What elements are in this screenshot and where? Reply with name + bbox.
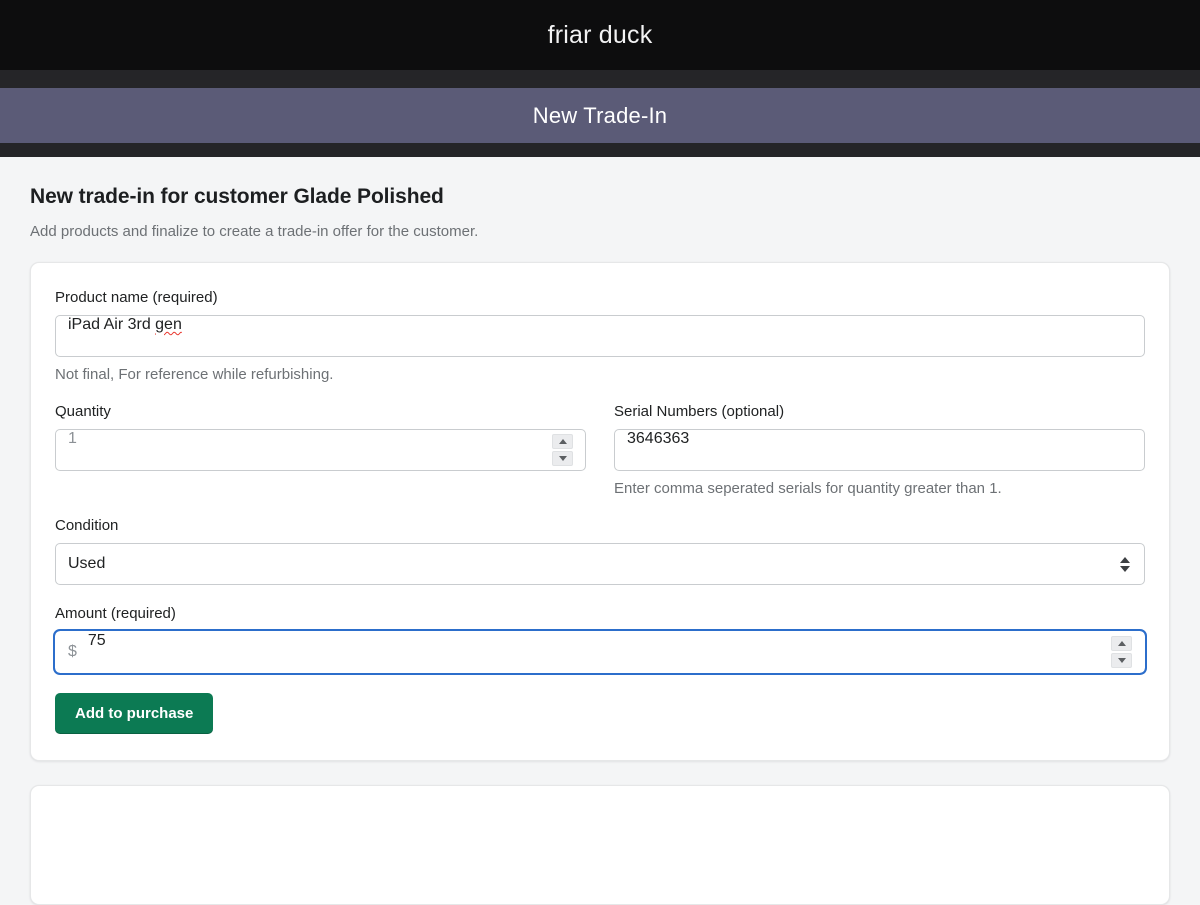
quantity-stepper[interactable] [552,434,573,466]
triangle-up-icon [1117,641,1126,646]
quantity-serials-row: Quantity 1 Serial Numbers (optional) 364… [55,403,1145,497]
chevron-down-icon [1120,565,1130,572]
condition-select[interactable]: Used [55,543,1145,585]
product-name-help-text: Not final, For reference while refurbish… [55,366,334,383]
condition-field-group: Condition Used [55,517,1145,585]
select-updown-chevron-icon [1120,556,1130,572]
triangle-up-icon [558,439,567,444]
quantity-increment-button[interactable] [552,434,573,449]
add-to-purchase-button[interactable]: Add to purchase [55,693,214,734]
currency-prefix: $ [68,643,77,660]
serial-numbers-field-group: Serial Numbers (optional) 3646363 Enter … [614,403,1145,497]
product-name-value-plain: iPad Air 3rd [68,316,156,333]
serial-numbers-label: Serial Numbers (optional) [614,403,785,420]
quantity-value[interactable]: 1 [68,430,544,470]
triangle-down-icon [1117,658,1126,663]
quantity-decrement-button[interactable] [552,451,573,466]
page-heading: New trade-in for customer Glade Polished… [0,157,1200,240]
serial-numbers-value[interactable]: 3646363 [627,430,1132,470]
amount-input[interactable]: $ 75 [53,629,1147,675]
serial-numbers-input[interactable]: 3646363 [614,429,1145,471]
chevron-up-icon [1120,556,1130,563]
triangle-down-icon [558,456,567,461]
condition-selected-value: Used [68,555,106,572]
amount-field-group: Amount (required) $ 75 [53,605,1147,675]
product-name-field-group: Product name (required) iPad Air 3rd gen… [55,289,1145,383]
app-title: friar duck [547,20,653,49]
product-form-card: Product name (required) iPad Air 3rd gen… [30,262,1170,761]
amount-decrement-button[interactable] [1111,653,1132,668]
amount-increment-button[interactable] [1111,636,1132,651]
serial-numbers-help-text: Enter comma seperated serials for quanti… [614,480,1002,497]
chrome-spacer-lower [0,143,1200,157]
purchase-items-card [30,785,1170,905]
page-banner-title: New Trade-In [532,102,668,128]
app-titlebar: friar duck [0,0,1200,70]
product-name-value-misspelled: gen [155,316,182,333]
page-banner: New Trade-In [0,88,1200,143]
quantity-field-group: Quantity 1 [55,403,586,497]
amount-stepper[interactable] [1111,636,1132,668]
amount-label: Amount (required) [55,605,176,622]
product-name-label: Product name (required) [55,289,218,306]
quantity-label: Quantity [55,403,111,420]
page-body: New trade-in for customer Glade Polished… [0,157,1200,905]
amount-value[interactable]: 75 [88,632,1103,672]
quantity-input[interactable]: 1 [55,429,586,471]
page-title: New trade-in for customer Glade Polished [30,185,444,208]
page-subtitle: Add products and finalize to create a tr… [30,223,479,240]
product-name-input[interactable]: iPad Air 3rd gen [55,315,1145,357]
chrome-spacer-upper [0,70,1200,88]
product-name-value[interactable]: iPad Air 3rd gen [68,316,1132,356]
condition-label: Condition [55,517,119,534]
